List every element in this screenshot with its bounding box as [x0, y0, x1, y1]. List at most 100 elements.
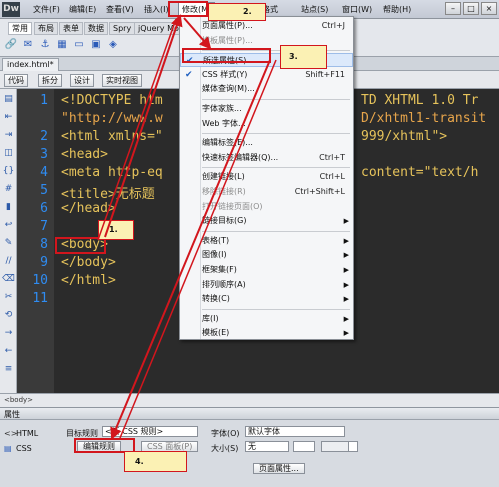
menu-site[interactable]: 站点(S)	[301, 4, 328, 15]
expand-icon[interactable]: ⇥	[2, 129, 15, 142]
menu-item[interactable]: 媒体查询(M)...	[180, 82, 353, 96]
target-rule-select[interactable]: <新 CSS 规则>	[102, 426, 198, 437]
email-icon[interactable]: ✉	[21, 38, 35, 52]
menu-item[interactable]: 创建链接(L) Ctrl+L	[180, 170, 353, 184]
link-icon[interactable]: 🔗	[4, 38, 18, 52]
callout-step-1: 1.	[98, 220, 134, 240]
code-line: </head>	[61, 201, 116, 216]
div-icon[interactable]: ▭	[72, 38, 86, 52]
menu-item[interactable]: 编辑标签(E)...	[180, 136, 353, 150]
menu-item[interactable]: 排列顺序(A) ▶	[180, 278, 353, 292]
code-line: <head>	[61, 147, 108, 162]
size-label: 大小(S)	[211, 444, 239, 453]
split-view-button[interactable]: 拆分	[38, 74, 62, 87]
menu-separator	[202, 133, 350, 135]
menu-item[interactable]: 框架集(F) ▶	[180, 263, 353, 277]
format-icon[interactable]: ≡	[2, 363, 15, 376]
menu-item-label: 库(I)	[202, 313, 219, 323]
close-icon[interactable]: ×	[481, 2, 497, 15]
tab-forms[interactable]: 表单	[59, 22, 83, 35]
modify-menu: 页面属性(P)... Ctrl+J 模板属性(P)... ✔ 所选属性(S) ✔ CSS 样…	[179, 16, 354, 340]
wrap-icon[interactable]: ↩	[2, 219, 15, 232]
menu-item[interactable]: 图像(I) ▶	[180, 248, 353, 262]
tab-spry[interactable]: Spry	[109, 22, 136, 35]
menu-window[interactable]: 窗口(W)	[342, 4, 372, 15]
syntax-icon[interactable]: ✎	[2, 237, 15, 250]
html-mode-button[interactable]: HTML	[16, 429, 38, 438]
open-docs-icon[interactable]: ▤	[2, 93, 15, 106]
menu-edit[interactable]: 编辑(E)	[69, 4, 96, 15]
size-unit-select[interactable]	[293, 441, 315, 452]
menu-item-label: 字体家族...	[202, 104, 242, 113]
menu-item[interactable]: 快速标签编辑器(Q)... Ctrl+T	[180, 151, 353, 165]
menu-item-label: 表格(T)	[202, 235, 230, 245]
recent-icon[interactable]: ⟲	[2, 309, 15, 322]
menu-item[interactable]: Web 字体...	[180, 117, 353, 131]
maximize-icon[interactable]: □	[463, 2, 479, 15]
menu-item[interactable]: 字体家族...	[180, 102, 353, 116]
live-view-button[interactable]: 实时视图	[102, 74, 142, 87]
line-number: 5	[40, 183, 48, 198]
menu-help[interactable]: 帮助(H)	[383, 4, 411, 15]
menu-item-label: Web 字体...	[202, 118, 246, 128]
select-parent-icon[interactable]: ◫	[2, 147, 15, 160]
font-select[interactable]: 默认字体	[245, 426, 345, 437]
comment-icon[interactable]: //	[2, 255, 15, 268]
menu-item-label: 链接目标(G)	[202, 216, 247, 226]
menu-item-label: 框架集(F)	[202, 265, 237, 274]
collapse-icon[interactable]: ⇤	[2, 111, 15, 124]
line-numbers-icon[interactable]: #	[2, 183, 15, 196]
code-view-button[interactable]: 代码	[4, 74, 28, 87]
size-select[interactable]: 无	[245, 441, 289, 452]
line-number-gutter: 1 2 3 4 5 6 7 8 9 10 11	[17, 89, 54, 393]
menu-item-label: 排列顺序(A)	[202, 279, 246, 289]
menu-item: 移除链接(R) Ctrl+Shift+L	[180, 185, 353, 199]
document-tab[interactable]: index.html*	[2, 58, 59, 71]
menu-view[interactable]: 查看(V)	[106, 4, 134, 15]
outdent-icon[interactable]: ←	[2, 345, 15, 358]
css-icon[interactable]: ▤	[4, 444, 12, 453]
tab-layout[interactable]: 布局	[34, 22, 58, 35]
page-properties-button[interactable]: 页面属性...	[253, 463, 305, 474]
minimize-icon[interactable]: –	[445, 2, 461, 15]
tab-data[interactable]: 数据	[84, 22, 108, 35]
tab-common[interactable]: 常用	[8, 22, 32, 35]
menu-item-shortcut: Ctrl+Shift+L	[294, 187, 345, 196]
media-icon[interactable]: ◈	[106, 38, 120, 52]
menu-item[interactable]: 模板(E) ▶	[180, 326, 353, 340]
menu-item[interactable]: 库(I) ▶	[180, 312, 353, 326]
line-number: 3	[40, 147, 48, 162]
indent-icon[interactable]: →	[2, 327, 15, 340]
uncomment-icon[interactable]: ⌫	[2, 273, 15, 286]
menu-item[interactable]: 链接目标(G) ▶	[180, 214, 353, 228]
table-icon[interactable]: ▦	[55, 38, 69, 52]
menu-item[interactable]: ✔ CSS 样式(Y) Shift+F11	[180, 68, 353, 82]
menu-item-label: 打开链接页面(O)	[202, 201, 263, 211]
menu-item-shortcut: Ctrl+T	[319, 152, 345, 162]
balance-braces-icon[interactable]: {}	[2, 165, 15, 178]
menu-item-label: 移除链接(R)	[202, 187, 246, 196]
highlight-icon[interactable]: ▮	[2, 201, 15, 214]
tag-selector[interactable]: <body>	[4, 396, 33, 404]
line-number: 6	[40, 201, 48, 216]
callout-step-3: 3.	[280, 45, 327, 69]
image-icon[interactable]: ▣	[89, 38, 103, 52]
css-mode-button[interactable]: CSS	[16, 444, 32, 453]
menu-separator	[202, 99, 350, 100]
snippet-icon[interactable]: ✂	[2, 291, 15, 304]
design-view-button[interactable]: 设计	[70, 74, 94, 87]
anchor-icon[interactable]: ⚓	[38, 38, 52, 52]
line-number: 1	[40, 93, 48, 108]
menu-separator	[202, 230, 350, 232]
menu-insert[interactable]: 插入(I)	[144, 4, 169, 15]
menu-separator	[202, 167, 350, 169]
menu-item[interactable]: 转换(C) ▶	[180, 292, 353, 306]
menu-item-label: 创建链接(L)	[202, 172, 245, 182]
color-swatch[interactable]	[348, 441, 358, 452]
menu-file[interactable]: 文件(F)	[33, 4, 60, 15]
menu-item[interactable]: 表格(T) ▶	[180, 234, 353, 248]
menu-item[interactable]: 页面属性(P)... Ctrl+J	[180, 19, 353, 33]
menu-separator	[202, 308, 350, 310]
checkmark-icon: ✔	[185, 69, 193, 80]
dreamweaver-logo: Dw	[2, 2, 20, 17]
